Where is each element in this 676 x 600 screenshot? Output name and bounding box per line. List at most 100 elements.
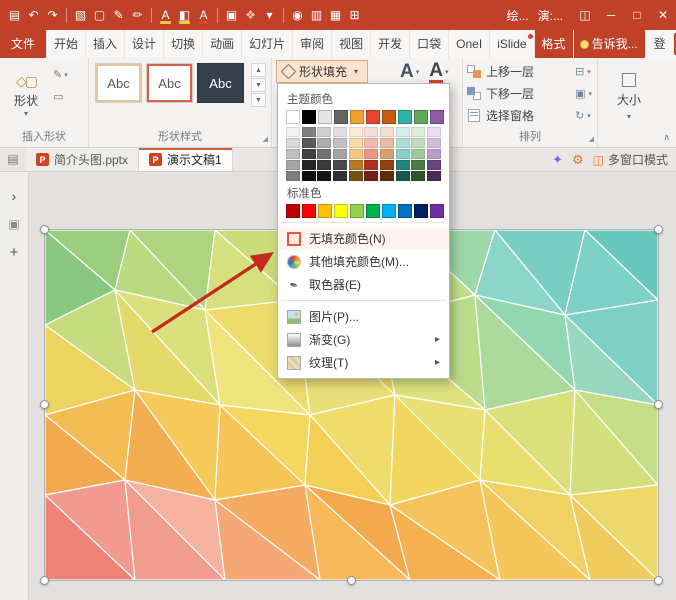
theme-color-variant-swatch[interactable] xyxy=(302,160,316,170)
theme-color-swatch[interactable] xyxy=(414,110,428,124)
theme-color-variant-swatch[interactable] xyxy=(396,160,410,170)
selection-handle-s[interactable] xyxy=(347,576,356,585)
theme-color-variant-swatch[interactable] xyxy=(286,160,300,170)
theme-colors-icon[interactable]: ◉ xyxy=(288,5,307,25)
menu-item-gradient[interactable]: 渐变(G)▸ xyxy=(278,328,449,351)
ribbon-tab-insert[interactable]: 插入 xyxy=(86,30,125,58)
selection-handle-w[interactable] xyxy=(40,400,49,409)
group-objects-button[interactable]: ▣▾ xyxy=(575,84,592,103)
theme-color-variant-swatch[interactable] xyxy=(380,138,394,148)
gallery-down-button[interactable]: ▼ xyxy=(251,78,266,92)
ribbon-tab-developer[interactable]: 开发 xyxy=(371,30,410,58)
theme-color-variant-swatch[interactable] xyxy=(333,160,347,170)
align-objects-button[interactable]: ⊟▾ xyxy=(575,62,592,81)
menu-item-no-fill[interactable]: 无填充颜色(N) xyxy=(278,227,449,250)
theme-color-variant-swatch[interactable] xyxy=(302,171,316,181)
documents-list-icon[interactable]: ▤ xyxy=(0,148,26,171)
shapes-icon[interactable]: ❖ xyxy=(241,5,260,25)
ribbon-display-options-icon[interactable]: ◫ xyxy=(572,0,598,30)
theme-color-variant-swatch[interactable] xyxy=(380,160,394,170)
theme-color-variant-swatch[interactable] xyxy=(396,138,410,148)
theme-color-swatch[interactable] xyxy=(430,110,444,124)
standard-color-swatch[interactable] xyxy=(286,204,300,218)
selection-handle-sw[interactable] xyxy=(40,576,49,585)
theme-color-variant-swatch[interactable] xyxy=(333,149,347,159)
theme-color-variant-swatch[interactable] xyxy=(380,149,394,159)
theme-color-variant-swatch[interactable] xyxy=(317,127,331,137)
theme-color-variant-swatch[interactable] xyxy=(349,149,363,159)
expand-pane-chevron-icon[interactable]: › xyxy=(12,188,17,204)
standard-color-swatch[interactable] xyxy=(318,204,332,218)
edit-shape-button[interactable]: ✎▾ xyxy=(53,68,68,81)
slide-layout-icon[interactable]: ▥ xyxy=(307,5,326,25)
standard-color-swatch[interactable] xyxy=(414,204,428,218)
dialog-launcher-icon[interactable]: ◢ xyxy=(263,135,268,143)
ribbon-tab-animations[interactable]: 动画 xyxy=(203,30,242,58)
new-slide-plus-button[interactable]: + xyxy=(10,244,19,261)
theme-color-swatch[interactable] xyxy=(398,110,412,124)
plugin-sparkle-icon[interactable]: ✦ xyxy=(552,152,563,168)
theme-color-variant-swatch[interactable] xyxy=(333,127,347,137)
shape-style-preview-1[interactable]: Abc xyxy=(95,63,142,103)
dialog-launcher-icon[interactable]: ◢ xyxy=(589,135,594,143)
theme-color-variant-swatch[interactable] xyxy=(411,149,425,159)
theme-color-variant-swatch[interactable] xyxy=(411,171,425,181)
theme-color-variant-swatch[interactable] xyxy=(411,160,425,170)
grid-icon[interactable]: ⊞ xyxy=(345,5,364,25)
standard-color-swatch[interactable] xyxy=(430,204,444,218)
theme-color-variant-swatch[interactable] xyxy=(411,138,425,148)
theme-color-variant-swatch[interactable] xyxy=(286,149,300,159)
clipboard-icon[interactable]: ▣ xyxy=(222,5,241,25)
theme-color-variant-swatch[interactable] xyxy=(427,149,441,159)
menu-item-more-fill-colors[interactable]: 其他填充颜色(M)... xyxy=(278,250,449,273)
undo-icon[interactable]: ↶ xyxy=(24,5,43,25)
theme-color-variant-swatch[interactable] xyxy=(427,160,441,170)
theme-color-variant-swatch[interactable] xyxy=(317,171,331,181)
theme-color-variant-swatch[interactable] xyxy=(286,138,300,148)
theme-color-variant-swatch[interactable] xyxy=(333,138,347,148)
ribbon-tab-review[interactable]: 审阅 xyxy=(293,30,332,58)
slide-icon[interactable]: ▢ xyxy=(90,5,109,25)
gallery-more-button[interactable]: ▼ xyxy=(251,93,266,107)
arrange-send-backward-button[interactable]: 下移一层 xyxy=(467,84,534,103)
multi-window-mode-toggle[interactable]: ◫ 多窗口模式 xyxy=(593,151,668,168)
collapse-ribbon-button[interactable]: ∧ xyxy=(663,132,670,143)
theme-color-swatch[interactable] xyxy=(350,110,364,124)
theme-color-variant-swatch[interactable] xyxy=(427,127,441,137)
theme-color-variant-swatch[interactable] xyxy=(286,127,300,137)
format-painter-icon[interactable]: ✏ xyxy=(128,5,147,25)
minimize-icon[interactable]: ─ xyxy=(598,0,624,30)
theme-color-variant-swatch[interactable] xyxy=(396,127,410,137)
theme-color-variant-swatch[interactable] xyxy=(380,127,394,137)
theme-color-variant-swatch[interactable] xyxy=(349,138,363,148)
theme-color-variant-swatch[interactable] xyxy=(427,138,441,148)
shape-fill-button[interactable]: 形状填充 ▾ xyxy=(276,60,368,83)
gallery-up-button[interactable]: ▲ xyxy=(251,63,266,77)
menu-item-texture[interactable]: 纹理(T)▸ xyxy=(278,351,449,374)
theme-color-variant-swatch[interactable] xyxy=(317,160,331,170)
theme-color-variant-swatch[interactable] xyxy=(286,171,300,181)
ribbon-tab-format[interactable]: 格式 xyxy=(535,30,574,58)
more-tools-icon[interactable]: ▾ xyxy=(260,5,279,25)
table-icon[interactable]: ▦ xyxy=(326,5,345,25)
ribbon-tab-pocket[interactable]: 口袋 xyxy=(410,30,449,58)
theme-color-swatch[interactable] xyxy=(382,110,396,124)
standard-color-swatch[interactable] xyxy=(398,204,412,218)
sign-in-button[interactable]: 登录 xyxy=(646,30,674,58)
theme-color-variant-swatch[interactable] xyxy=(333,171,347,181)
theme-color-variant-swatch[interactable] xyxy=(364,160,378,170)
save-icon[interactable]: ▤ xyxy=(5,5,24,25)
theme-color-variant-swatch[interactable] xyxy=(411,127,425,137)
theme-color-variant-swatch[interactable] xyxy=(317,149,331,159)
theme-color-variant-swatch[interactable] xyxy=(302,127,316,137)
standard-color-swatch[interactable] xyxy=(334,204,348,218)
arrange-bring-forward-button[interactable]: 上移一层 xyxy=(467,62,534,81)
selection-handle-se[interactable] xyxy=(654,576,663,585)
redo-icon[interactable]: ↷ xyxy=(43,5,62,25)
restore-icon[interactable]: □ xyxy=(624,0,650,30)
ribbon-tab-tellme[interactable]: 告诉我... xyxy=(574,30,646,58)
document-tab-2[interactable]: P演示文稿1 xyxy=(139,148,233,171)
shapes-button[interactable]: ◇▢ 形状 ▾ xyxy=(4,63,48,127)
theme-color-swatch[interactable] xyxy=(302,110,316,124)
theme-color-variant-swatch[interactable] xyxy=(317,138,331,148)
